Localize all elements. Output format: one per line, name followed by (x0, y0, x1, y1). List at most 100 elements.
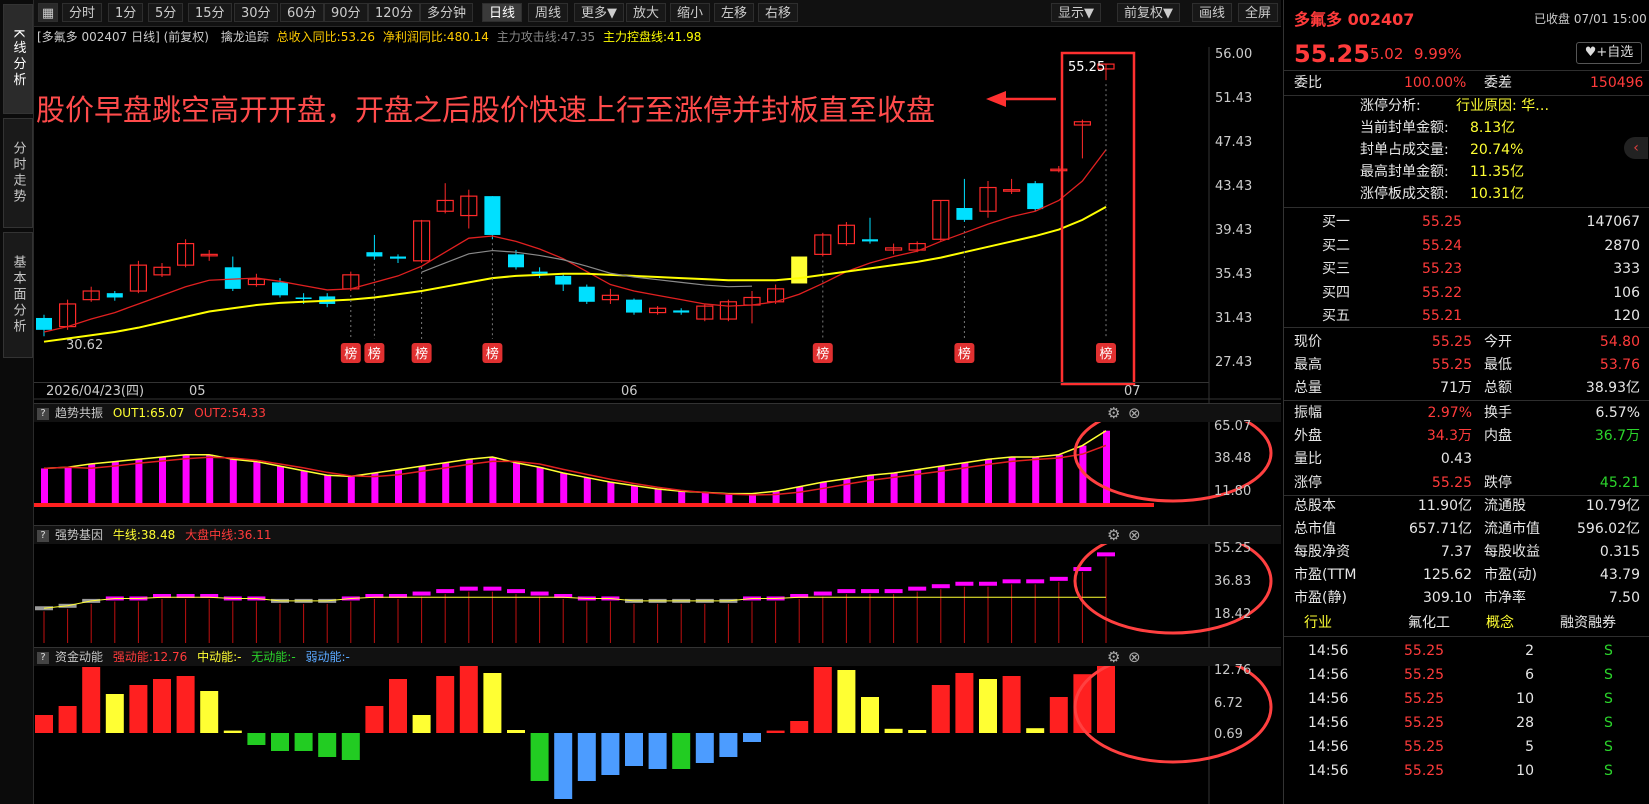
stat-value: 54.80 (1599, 334, 1640, 350)
stat-label: 最高 (1294, 357, 1322, 373)
chevron-left-icon[interactable]: ‹ (1624, 137, 1648, 159)
gear-icon[interactable]: ⚙ (1107, 648, 1120, 666)
period-30min[interactable]: 30分 (234, 3, 278, 22)
niu-value: 牛线:38.48 (112, 528, 176, 542)
grid-icon[interactable]: ▦ (38, 3, 58, 22)
price-marker: 55.25 (1068, 60, 1106, 75)
zt-row: 最高封单金额: 11.35亿 (1284, 161, 1649, 184)
gear-icon[interactable]: ⚙ (1107, 404, 1120, 422)
margin-tag[interactable]: 融资融券 (1560, 612, 1616, 635)
bid-row[interactable]: 买三 55.23 333 (1284, 258, 1649, 281)
trend-bar (182, 454, 190, 505)
trade-volume: 6 (1525, 667, 1534, 683)
pane-trend-header: ? 趋势共振 OUT1:65.07 OUT2:54.33 (34, 403, 1281, 422)
candle-body (508, 254, 524, 268)
trend-bar (1103, 430, 1110, 505)
period-15min[interactable]: 15分 (188, 3, 232, 22)
strong-bar (884, 589, 903, 594)
money-bar (695, 733, 714, 763)
tab-timeshare[interactable]: 分时走势 (3, 118, 33, 228)
price-tick: 35.43 (1215, 267, 1253, 282)
industry-tag[interactable]: 行业 (1304, 612, 1332, 635)
strong-bar (530, 591, 549, 596)
trade-price: 55.25 (1404, 643, 1445, 659)
concept-tag[interactable]: 概念 (1486, 612, 1514, 635)
none-energy: 无动能:- (251, 650, 296, 664)
industry-value[interactable]: 氟化工 (1408, 612, 1450, 635)
ma-fast-line (43, 149, 1107, 333)
out1-value: OUT1:65.07 (112, 406, 185, 420)
bid-label: 买五 (1322, 308, 1350, 324)
tab-kline[interactable]: K线分析 (3, 4, 33, 114)
candle-body (390, 256, 406, 259)
tab-fundamentals[interactable]: 基本面分析 (3, 232, 33, 358)
stat-value: 6.57% (1595, 405, 1640, 421)
trend-bar (772, 491, 780, 505)
draw-button[interactable]: 画线 (1192, 3, 1233, 22)
candle-body (531, 271, 548, 274)
period-fenshi[interactable]: 分时 (62, 3, 103, 22)
add-watchlist-button[interactable]: ♥+自选 (1576, 42, 1642, 64)
annotation-text: 股价早盘跳空高开开盘，开盘之后股价快速上行至涨停并封板直至收盘 (36, 93, 936, 127)
period-1min[interactable]: 1分 (108, 3, 144, 22)
money-bar (153, 679, 171, 733)
strong-bar (1002, 579, 1021, 584)
stat-label: 跌停 (1484, 475, 1512, 491)
bid-row[interactable]: 买一 55.25 147067 (1284, 211, 1649, 234)
close-icon[interactable]: ⊗ (1128, 526, 1141, 544)
pane-title: 强势基因 (55, 528, 104, 542)
help-icon[interactable]: ? (37, 407, 49, 420)
bid-row[interactable]: 买五 55.21 120 (1284, 305, 1649, 328)
stat-label: 每股收益 (1484, 544, 1540, 560)
zt-label: 涨停分析: (1360, 98, 1421, 114)
zoom-out-button[interactable]: 缩小 (670, 3, 711, 22)
bid-row[interactable]: 买四 55.22 106 (1284, 282, 1649, 305)
stat-label: 总额 (1484, 380, 1512, 396)
move-right-button[interactable]: 右移 (758, 3, 799, 22)
trade-volume: 5 (1525, 739, 1534, 755)
money-bar (459, 655, 478, 733)
stat-label: 最低 (1484, 357, 1512, 373)
bang-label: 榜 (415, 346, 428, 362)
trend-bar (135, 459, 143, 505)
trade-direction: S (1604, 691, 1613, 707)
stat-value: 657.71亿 (1409, 521, 1472, 537)
trade-volume: 28 (1516, 715, 1534, 731)
period-daily[interactable]: 日线 (482, 3, 523, 22)
close-icon[interactable]: ⊗ (1128, 404, 1141, 422)
period-weekly[interactable]: 周线 (528, 3, 569, 22)
period-more[interactable]: 更多▼ (574, 3, 624, 22)
trend-bar (654, 489, 662, 505)
display-menu[interactable]: 显示▼ (1051, 3, 1101, 22)
close-icon[interactable]: ⊗ (1128, 648, 1141, 666)
weicha-value: 150496 (1590, 75, 1644, 91)
price-tick: 39.43 (1215, 223, 1253, 238)
gear-icon[interactable]: ⚙ (1107, 526, 1120, 544)
strong-bar (436, 589, 455, 594)
fullscreen-button[interactable]: 全屏 (1238, 3, 1279, 22)
stat-label: 市盈(动) (1484, 567, 1537, 583)
candle-body (106, 293, 123, 298)
pane-strong-header: ? 强势基因 牛线:38.48 大盘中线:36.11 (34, 525, 1281, 544)
zoom-in-button[interactable]: 放大 (626, 3, 667, 22)
period-60min[interactable]: 60分 (280, 3, 324, 22)
period-multi-min[interactable]: 多分钟 (420, 3, 474, 22)
move-left-button[interactable]: 左移 (714, 3, 755, 22)
period-90min[interactable]: 90分 (324, 3, 368, 22)
stat-row: 现价 55.25 今开 54.80 (1284, 331, 1649, 354)
help-icon[interactable]: ? (37, 651, 49, 664)
adjust-menu[interactable]: 前复权▼ (1117, 3, 1180, 22)
help-icon[interactable]: ? (37, 529, 49, 542)
trade-time: 14:56 (1308, 715, 1349, 731)
date-start: 2026/04/23(四) (46, 384, 145, 399)
stat-value: 55.25 (1431, 334, 1472, 350)
bid-row[interactable]: 买二 55.24 2870 (1284, 235, 1649, 258)
money-bar (884, 728, 903, 733)
trend-bar (631, 485, 638, 505)
zt-label: 最高封单金额: (1360, 164, 1449, 180)
zt-value[interactable]: 行业原因: 华… (1456, 95, 1549, 118)
trend-bar (465, 459, 473, 505)
period-120min[interactable]: 120分 (368, 3, 420, 22)
period-5min[interactable]: 5分 (148, 3, 184, 22)
stock-name: 多氟多 002407 (1294, 10, 1415, 29)
